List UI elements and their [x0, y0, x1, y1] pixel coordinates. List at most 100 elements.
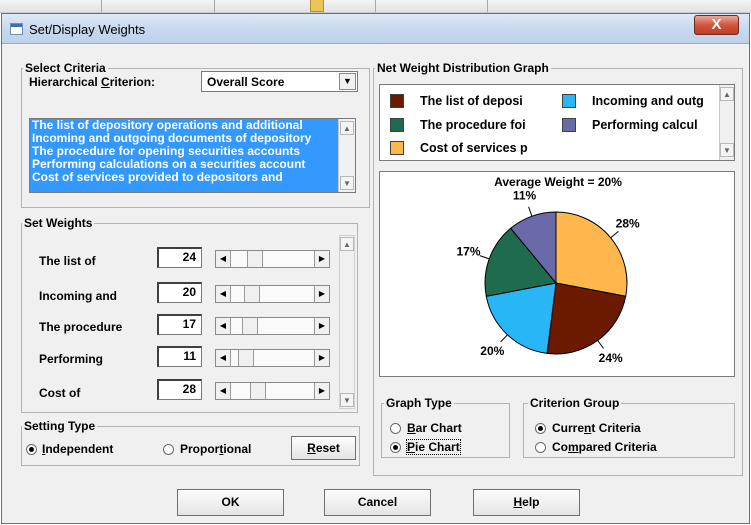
background-taskbar	[0, 0, 751, 13]
arrow-right-icon[interactable]: ▶	[314, 318, 329, 334]
current-criteria-radio[interactable]	[535, 423, 546, 434]
title-bar[interactable]: Set/Display Weights X	[2, 14, 749, 44]
legend-swatch	[562, 118, 576, 132]
legend-swatch	[390, 118, 404, 132]
pie-data-label: 11%	[513, 189, 537, 203]
hierarchical-criterion-label: Hierarchical Criterion:	[29, 75, 156, 89]
criteria-listbox[interactable]: The list of depository operations and ad…	[29, 118, 356, 193]
arrow-left-icon[interactable]: ◀	[216, 350, 231, 366]
hierarchical-criterion-value: Overall Score	[207, 75, 285, 89]
legend-label: Cost of services p	[420, 141, 528, 155]
graph-group-label: Net Weight Distribution Graph	[375, 61, 551, 75]
pie-label-leader	[610, 231, 619, 239]
legend-label: The procedure foi	[420, 118, 526, 132]
scroll-up-icon[interactable]: ▲	[340, 237, 354, 251]
list-item[interactable]: Performing calculations on a securities …	[30, 158, 335, 171]
close-button[interactable]: X	[694, 15, 739, 35]
taskbar-separator	[487, 0, 488, 12]
list-item[interactable]: Cost of services provided to depositors …	[30, 171, 335, 184]
legend-scrollbar[interactable]: ▲ ▼	[719, 85, 734, 160]
graph-type-label: Graph Type	[384, 396, 454, 410]
arrow-left-icon[interactable]: ◀	[216, 286, 231, 302]
pie-chart-panel: Average Weight = 20% 28% 24% 20% 17% 11%	[379, 171, 735, 377]
scroll-down-icon[interactable]: ▼	[720, 143, 734, 157]
arrow-left-icon[interactable]: ◀	[216, 383, 231, 399]
set-weights-label: Set Weights	[22, 216, 95, 230]
compared-criteria-label[interactable]: Compared Criteria	[552, 440, 657, 454]
window-title: Set/Display Weights	[29, 22, 146, 37]
list-item[interactable]: Incoming and outgoing documents of depos…	[30, 132, 335, 145]
chart-legend: The list of deposi Incoming and outg The…	[379, 84, 735, 161]
independent-label[interactable]: Independent	[42, 442, 113, 456]
scroll-down-icon[interactable]: ▼	[340, 176, 354, 190]
legend-swatch	[390, 141, 404, 155]
select-criteria-label: Select Criteria	[23, 61, 108, 75]
weight-row-label: The list of	[39, 254, 96, 268]
cancel-button[interactable]: Cancel	[324, 489, 431, 516]
weight-slider[interactable]: ◀ ▶	[215, 285, 330, 303]
dropdown-arrow-icon[interactable]: ▼	[339, 73, 356, 90]
criterion-group-label: Criterion Group	[528, 396, 622, 410]
pie-label-leader	[500, 334, 508, 343]
slider-thumb[interactable]	[250, 383, 266, 399]
legend-label: Incoming and outg	[592, 94, 704, 108]
bar-chart-label[interactable]: Bar Chart	[407, 421, 462, 435]
slider-thumb[interactable]	[247, 251, 263, 267]
pie-label-leader	[528, 206, 533, 217]
weight-row-label: Cost of	[39, 386, 81, 400]
scroll-up-icon[interactable]: ▲	[720, 87, 734, 101]
pie-data-label: 28%	[616, 217, 640, 231]
pie-chart-radio[interactable]	[390, 442, 401, 453]
weight-input[interactable]: 17	[157, 314, 202, 335]
proportional-label[interactable]: Proportional	[180, 442, 251, 456]
taskbar-separator	[101, 0, 102, 12]
proportional-radio[interactable]	[163, 444, 174, 455]
compared-criteria-radio[interactable]	[535, 442, 546, 453]
list-item[interactable]: The list of depository operations and ad…	[30, 119, 335, 132]
current-criteria-label[interactable]: Current Criteria	[552, 421, 641, 435]
ok-button[interactable]: OK	[177, 489, 284, 516]
weight-slider[interactable]: ◀ ▶	[215, 250, 330, 268]
scroll-down-icon[interactable]: ▼	[340, 393, 354, 407]
set-weights-scrollbar[interactable]: ▲ ▼	[339, 235, 355, 409]
slider-thumb[interactable]	[238, 350, 254, 366]
weight-row-label: The procedure	[39, 320, 123, 334]
window-app-icon	[10, 23, 23, 35]
taskbar-separator	[375, 0, 376, 12]
weight-slider[interactable]: ◀ ▶	[215, 382, 330, 400]
reset-button[interactable]: Reset	[291, 436, 356, 460]
pie-chart: 28% 24% 20% 17% 11%	[456, 189, 640, 366]
weight-input[interactable]: 28	[157, 379, 202, 400]
taskbar-tab	[310, 0, 324, 12]
independent-radio[interactable]	[26, 444, 37, 455]
weight-slider[interactable]: ◀ ▶	[215, 349, 330, 367]
weight-slider[interactable]: ◀ ▶	[215, 317, 330, 335]
slider-thumb[interactable]	[244, 286, 260, 302]
pie-label-leader	[597, 340, 605, 349]
pie-chart-label[interactable]: Pie Chart	[406, 439, 461, 455]
legend-swatch	[562, 94, 576, 108]
scroll-up-icon[interactable]: ▲	[340, 121, 354, 135]
weight-input[interactable]: 20	[157, 282, 202, 303]
criteria-list-scrollbar[interactable]: ▲ ▼	[338, 119, 355, 192]
pie-label-leader	[479, 255, 490, 260]
weight-row-label: Performing	[39, 352, 104, 366]
legend-swatch	[390, 94, 404, 108]
arrow-left-icon[interactable]: ◀	[216, 318, 231, 334]
slider-thumb[interactable]	[242, 318, 258, 334]
hierarchical-criterion-select[interactable]: Overall Score ▼	[201, 71, 358, 92]
arrow-right-icon[interactable]: ▶	[314, 251, 329, 267]
legend-label: The list of deposi	[420, 94, 523, 108]
list-item[interactable]: The procedure for opening securities acc…	[30, 145, 335, 158]
pie-data-label: 17%	[456, 245, 480, 259]
help-button[interactable]: Help	[473, 489, 580, 516]
arrow-left-icon[interactable]: ◀	[216, 251, 231, 267]
arrow-right-icon[interactable]: ▶	[314, 350, 329, 366]
taskbar-separator	[214, 0, 215, 12]
setting-type-label: Setting Type	[22, 419, 98, 433]
arrow-right-icon[interactable]: ▶	[314, 286, 329, 302]
bar-chart-radio[interactable]	[390, 423, 401, 434]
weight-input[interactable]: 11	[157, 346, 202, 367]
weight-input[interactable]: 24	[157, 247, 202, 268]
arrow-right-icon[interactable]: ▶	[314, 383, 329, 399]
